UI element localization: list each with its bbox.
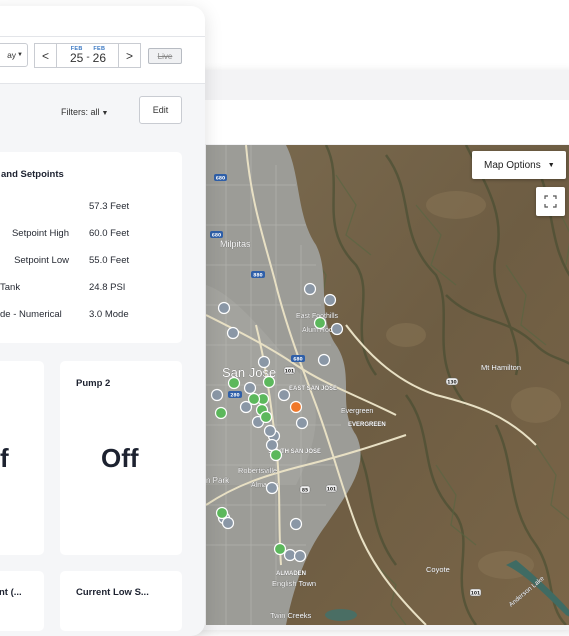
pump-2-card[interactable]: Pump 2 Off (60, 361, 182, 555)
setpoint-value: 3.0 Mode (89, 309, 129, 320)
station-marker-online[interactable] (227, 376, 241, 390)
map-label: Robertsville (238, 466, 277, 475)
fullscreen-icon (544, 195, 557, 208)
pump-title: Pump 2 (76, 378, 111, 389)
station-marker-online[interactable] (269, 448, 283, 462)
station-marker-offline[interactable] (323, 293, 337, 307)
map-label: Milpitas (220, 239, 251, 249)
svg-text:101: 101 (327, 486, 336, 492)
station-marker-offline[interactable] (263, 424, 277, 438)
caret-down-icon: ▼ (547, 161, 555, 169)
svg-text:85: 85 (302, 487, 308, 493)
map-label: n Park (206, 476, 230, 485)
svg-text:101: 101 (471, 590, 480, 596)
station-marker-online[interactable] (313, 316, 327, 330)
card-title: nt (... (0, 587, 22, 598)
next-date-button[interactable]: > (118, 43, 141, 68)
date-range-picker[interactable]: FEB 25 - FEB 26 (57, 43, 119, 68)
svg-text:280: 280 (230, 392, 239, 398)
station-marker-online[interactable] (273, 542, 287, 556)
setpoint-label: de - Numerical (0, 309, 62, 320)
station-marker-online[interactable] (214, 406, 228, 420)
station-marker-offline[interactable] (295, 416, 309, 430)
setpoint-row: 57.3 Feet (0, 201, 182, 215)
setpoint-value: 57.3 Feet (89, 201, 130, 212)
filters-dropdown[interactable]: Filters: all ▼ (61, 107, 108, 117)
chevron-right-icon: > (125, 48, 133, 63)
setpoints-card: and Setpoints 57.3 Feet Setpoint High 60… (0, 152, 182, 343)
station-marker-offline[interactable] (330, 322, 344, 336)
satellite-map[interactable]: 680 680 880 680 101 280 130 85 101 101 M… (206, 145, 569, 625)
setpoint-label: Tank (0, 282, 21, 293)
setpoint-row: de - Numerical 3.0 Mode (0, 309, 182, 323)
map-label: Mt Hamilton (481, 363, 521, 372)
setpoint-value: 24.8 PSI (89, 282, 126, 293)
station-marker-offline[interactable] (283, 548, 297, 562)
pump-state: f (0, 443, 9, 473)
caret-down-icon: ▼ (17, 52, 23, 58)
pump-state: Off (101, 443, 139, 473)
card-title: Current Low S... (76, 587, 149, 598)
start-day: 25 (69, 51, 84, 66)
svg-text:680: 680 (216, 175, 225, 181)
station-marker-online[interactable] (259, 410, 273, 424)
current-card[interactable]: nt (... (0, 571, 44, 631)
station-marker-offline[interactable] (265, 438, 279, 452)
station-marker-offline[interactable] (257, 355, 271, 369)
caret-down-icon: ▼ (101, 110, 109, 117)
station-marker-offline[interactable] (289, 517, 303, 531)
date-separator: - (86, 52, 90, 63)
filters-label: Filters: all (61, 107, 100, 117)
map-canvas[interactable]: 680 680 880 680 101 280 130 85 101 101 M… (206, 145, 569, 625)
chevron-left-icon: < (41, 48, 49, 63)
setpoint-value: 55.0 Feet (89, 255, 130, 266)
station-marker-alert[interactable] (289, 400, 303, 414)
map-label: ALMADEN (276, 571, 306, 577)
station-marker-offline[interactable] (239, 400, 253, 414)
station-marker-offline[interactable] (217, 301, 231, 315)
station-marker-offline[interactable] (243, 381, 257, 395)
fullscreen-button[interactable] (536, 187, 565, 216)
current-low-card[interactable]: Current Low S... (60, 571, 182, 631)
map-options-dropdown[interactable]: Map Options ▼ (472, 151, 566, 179)
setpoint-row: Setpoint High 60.0 Feet (0, 228, 182, 242)
live-button[interactable]: Live (148, 48, 182, 64)
station-marker-online[interactable] (262, 375, 276, 389)
map-label: EVERGREEN (348, 422, 386, 428)
map-label: Twin Creeks (270, 611, 312, 620)
map-label: Evergreen (341, 408, 373, 415)
map-label: Coyote (426, 565, 450, 574)
card-title: and Setpoints (1, 169, 64, 180)
station-marker-online[interactable] (215, 506, 229, 520)
svg-text:680: 680 (212, 232, 221, 238)
setpoint-label: Setpoint Low (14, 255, 69, 266)
svg-text:130: 130 (447, 379, 456, 385)
svg-text:880: 880 (253, 272, 262, 278)
station-marker-offline[interactable] (293, 549, 307, 563)
svg-text:101: 101 (285, 368, 294, 374)
station-marker-offline[interactable] (210, 388, 224, 402)
map-label: EAST SAN JOSE (289, 386, 337, 392)
end-day: 26 (92, 51, 107, 66)
range-dropdown[interactable]: ay ▼ (0, 43, 28, 67)
setpoint-label: Setpoint High (11, 228, 69, 239)
station-marker-offline[interactable] (265, 481, 279, 495)
setpoint-value: 60.0 Feet (89, 228, 130, 239)
map-options-label: Map Options (484, 159, 541, 171)
range-dropdown-label: ay (7, 50, 17, 60)
setpoint-row: Setpoint Low 55.0 Feet (0, 255, 182, 269)
svg-text:680: 680 (293, 356, 302, 362)
edit-button[interactable]: Edit (139, 96, 182, 124)
station-marker-offline[interactable] (226, 326, 240, 340)
map-label: English Town (272, 579, 316, 588)
station-marker-offline[interactable] (277, 388, 291, 402)
pump-1-card[interactable]: f (0, 361, 44, 555)
prev-date-button[interactable]: < (34, 43, 57, 68)
setpoint-row: Tank 24.8 PSI (0, 282, 182, 296)
station-marker-offline[interactable] (221, 516, 235, 530)
station-marker-offline[interactable] (303, 282, 317, 296)
panel-top-bar (0, 6, 205, 36)
station-marker-offline[interactable] (317, 353, 331, 367)
